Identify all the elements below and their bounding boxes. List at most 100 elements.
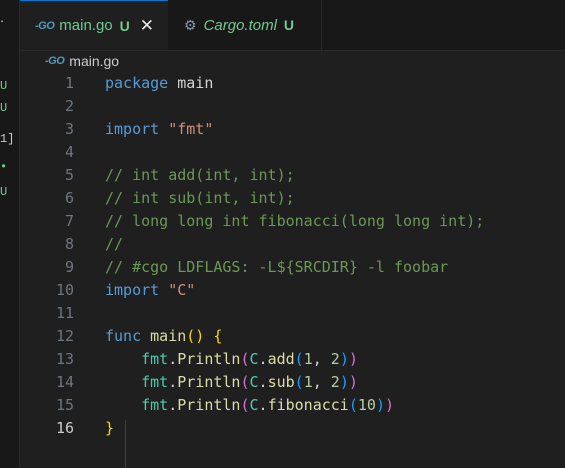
line-number: 9 <box>64 258 74 276</box>
tab-label: Cargo.toml <box>203 16 277 34</box>
code-token: C <box>249 373 259 391</box>
line-number: 10 <box>55 281 74 299</box>
code-token: ) <box>339 373 349 391</box>
code-token: // #cgo LDFLAGS: -L${SRCDIR} -l foobar <box>105 258 449 276</box>
code-line[interactable]: 9 // #cgo LDFLAGS: -L${SRCDIR} -l foobar <box>20 256 565 279</box>
code-line[interactable]: 12 func main() { <box>20 325 565 348</box>
code-token: ) <box>339 350 349 368</box>
line-number: 1 <box>64 74 74 92</box>
collapse-icon[interactable]: ⋅ <box>0 14 4 30</box>
tab-main-go[interactable]: -GO main.go U ✕ <box>20 0 168 50</box>
code-editor[interactable]: 1 package main 2 3 import "fmt" 4 5 // int add(… <box>20 72 565 468</box>
close-icon[interactable]: ✕ <box>140 16 154 36</box>
code-token: // int add(int, int); <box>105 166 295 184</box>
line-number: 13 <box>55 350 74 368</box>
gear-icon: ⚙ <box>184 16 197 33</box>
code-line[interactable]: 11 <box>20 302 565 325</box>
editor-window: ⋅ U U 1] • U -GO main.go U ✕ ⚙ Cargo.tom… <box>0 0 565 468</box>
line-number: 11 <box>55 304 74 322</box>
code-token: fibonacci <box>267 396 349 414</box>
code-text: // int add(int, int); <box>105 164 295 187</box>
code-line[interactable]: 5 // int add(int, int); <box>20 164 565 187</box>
code-token: C <box>249 396 259 414</box>
code-line[interactable]: 1 package main <box>20 72 565 95</box>
side-mark: U <box>0 79 8 93</box>
code-token: } <box>105 419 115 437</box>
code-token: . <box>258 373 268 391</box>
code-line[interactable]: 6 // int sub(int, int); <box>20 187 565 210</box>
code-token: . <box>258 350 268 368</box>
code-text: // int sub(int, int); <box>105 187 295 210</box>
code-token: () <box>186 327 205 345</box>
explorer-strip: ⋅ U U 1] • U <box>0 0 20 468</box>
code-token: main <box>150 327 187 345</box>
line-number: 8 <box>64 235 74 253</box>
code-token: import <box>105 281 160 299</box>
code-token: Println <box>177 350 241 368</box>
code-token: func <box>105 327 142 345</box>
code-text: import "fmt" <box>105 118 213 141</box>
line-number: 4 <box>64 143 74 161</box>
code-text: func main() { <box>105 325 222 348</box>
code-token: ( <box>348 396 358 414</box>
go-icon: -GO <box>35 19 55 32</box>
code-token: 1 <box>303 350 313 368</box>
code-token: ) <box>375 396 385 414</box>
line-number: 7 <box>64 212 74 230</box>
side-mark: U <box>0 185 8 199</box>
code-token: ( <box>240 350 250 368</box>
code-text: // <box>105 233 123 256</box>
code-token: 10 <box>357 396 376 414</box>
code-token: ) <box>384 396 394 414</box>
code-line[interactable]: 4 <box>20 141 565 164</box>
side-mark: U <box>0 101 8 115</box>
line-number: 3 <box>64 120 74 138</box>
code-text: fmt.Println(C.fibonacci(10)) <box>105 394 394 417</box>
code-line[interactable]: 7 // long long int fibonacci(long long in… <box>20 210 565 233</box>
untracked-badge: U <box>119 17 130 34</box>
code-line[interactable]: 16} <box>20 417 565 440</box>
line-number: 6 <box>64 189 74 207</box>
line-number: 5 <box>64 166 74 184</box>
go-icon: -GO <box>45 55 65 67</box>
side-mark: • <box>0 160 8 174</box>
breadcrumb-file[interactable]: main.go <box>69 53 119 69</box>
code-token: ( <box>240 396 250 414</box>
code-line[interactable]: 8 // <box>20 233 565 256</box>
code-token: . <box>168 350 178 368</box>
code-text: // long long int fibonacci(long long int… <box>105 210 484 233</box>
code-token: ( <box>240 373 250 391</box>
code-token: . <box>168 396 178 414</box>
code-token: Println <box>177 373 241 391</box>
code-line[interactable]: 2 <box>20 95 565 118</box>
tab-cargo-toml[interactable]: ⚙ Cargo.toml U <box>169 0 322 50</box>
line-number: 16 <box>55 419 74 437</box>
code-line[interactable]: 10 import "C" <box>20 279 565 302</box>
code-token: ( <box>294 350 304 368</box>
code-line[interactable]: 15 fmt.Println(C.fibonacci(10)) <box>20 394 565 417</box>
code-line[interactable]: 14 fmt.Println(C.sub(1, 2)) <box>20 371 565 394</box>
code-text: import "C" <box>105 279 195 302</box>
code-text: // #cgo LDFLAGS: -L${SRCDIR} -l foobar <box>105 256 448 279</box>
tab-label: main.go <box>59 17 113 34</box>
code-token: 2 <box>330 373 340 391</box>
code-token: 1 <box>303 373 313 391</box>
code-token: "C" <box>168 281 196 299</box>
code-token: import <box>105 120 160 138</box>
code-token: , <box>312 373 331 391</box>
code-text: package main <box>105 72 213 95</box>
code-token: // long long int fibonacci(long long int… <box>105 212 485 230</box>
code-token: fmt <box>141 373 169 391</box>
code-token: add <box>267 350 295 368</box>
code-token: . <box>258 396 268 414</box>
code-line[interactable]: 3 import "fmt" <box>20 118 565 141</box>
tab-bar: -GO main.go U ✕ ⚙ Cargo.toml U <box>20 0 565 51</box>
code-line[interactable]: 13 fmt.Println(C.add(1, 2)) <box>20 348 565 371</box>
code-token: ) <box>348 373 358 391</box>
